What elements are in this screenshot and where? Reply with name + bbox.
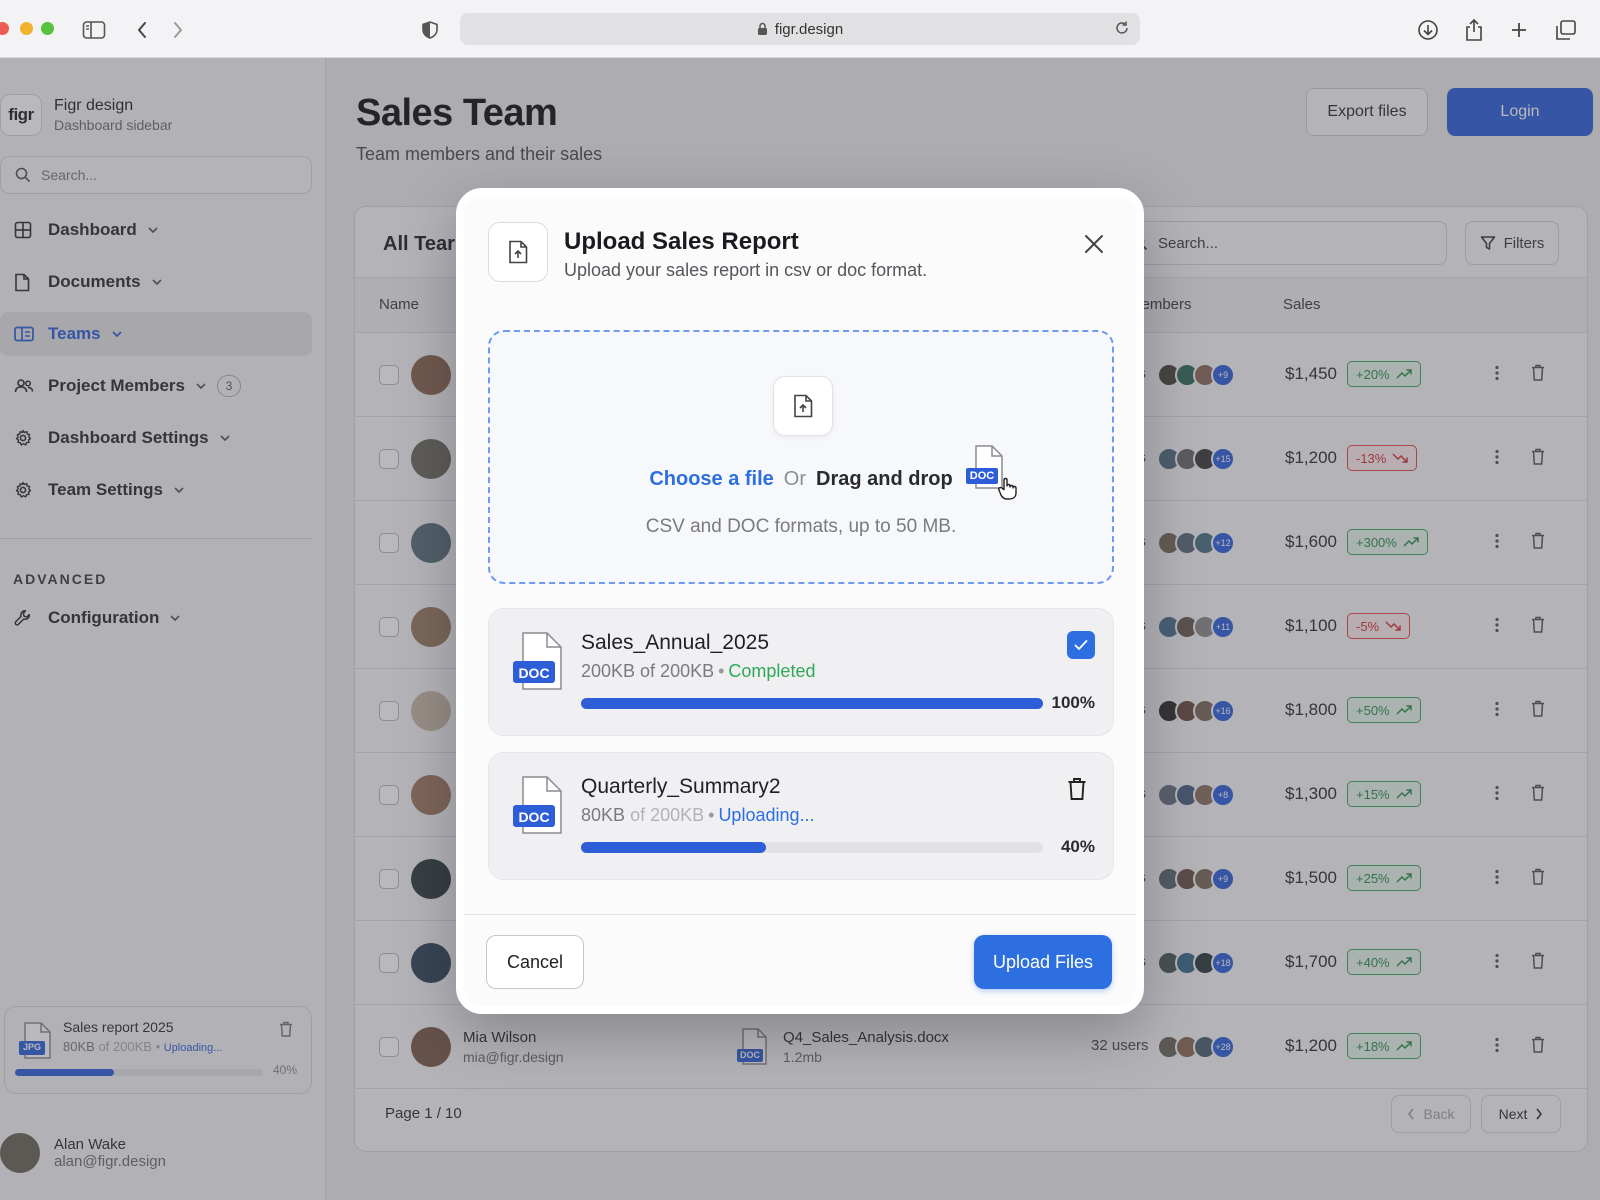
file-size: 200KB of 200KB [581, 661, 715, 681]
browser-toolbar: figr.design [0, 0, 1600, 58]
file-progress-bar [581, 842, 1043, 853]
minimize-window-button[interactable] [20, 22, 33, 35]
file-selected-checkbox[interactable] [1067, 631, 1095, 659]
or-label: Or [783, 468, 807, 490]
file-upload-icon [773, 376, 833, 436]
dragged-doc-icon: DOC [964, 444, 1020, 505]
doc-file-icon: DOC [511, 775, 565, 840]
file-type-label: DOC [518, 809, 550, 825]
modal-footer: Cancel Upload Files [464, 914, 1136, 1006]
doc-file-icon: DOC [511, 631, 565, 696]
trash-icon[interactable] [1067, 777, 1087, 806]
forward-nav-icon[interactable] [164, 16, 192, 44]
lock-icon [757, 22, 767, 35]
file-upload-icon [488, 222, 548, 282]
new-tab-icon[interactable] [1505, 16, 1533, 44]
file-dropzone[interactable]: Choose a file Or Drag and drop DOC CSV and… [488, 330, 1114, 584]
drag-drop-label: Drag and drop [816, 468, 953, 490]
file-size-total: of 200KB [630, 805, 705, 825]
file-progress-label: 100% [1051, 693, 1095, 712]
shield-icon[interactable] [416, 16, 444, 44]
modal-subtitle: Upload your sales report in csv or doc f… [564, 260, 928, 280]
cancel-button[interactable]: Cancel [486, 935, 584, 989]
doc-badge-label: DOC [969, 470, 995, 482]
upload-files-button[interactable]: Upload Files [974, 935, 1112, 989]
file-name: Sales_Annual_2025 [581, 631, 769, 654]
sidebar-toggle-icon[interactable] [80, 16, 108, 44]
tabs-overview-icon[interactable] [1552, 16, 1580, 44]
download-icon[interactable] [1414, 16, 1442, 44]
share-icon[interactable] [1460, 16, 1488, 44]
file-progress-fill [581, 698, 1043, 709]
file-progress-fill [581, 842, 766, 853]
upload-file-item: DOC Quarterly_Summary2 80KB of 200KB • Upl… [488, 752, 1114, 880]
close-window-button[interactable] [0, 22, 9, 35]
address-bar[interactable]: figr.design [460, 13, 1140, 45]
url-text: figr.design [774, 20, 844, 38]
file-size-done: 80KB [581, 805, 626, 825]
file-status: Uploading... [718, 805, 815, 825]
meta-separator: • [708, 805, 715, 825]
file-meta: 80KB of 200KB • Uploading... [581, 805, 815, 826]
close-icon[interactable] [1080, 230, 1108, 258]
meta-separator: • [718, 661, 725, 681]
reload-icon[interactable] [1114, 20, 1130, 36]
zoom-window-button[interactable] [41, 22, 54, 35]
dropzone-hint: CSV and DOC formats, up to 50 MB. [645, 516, 957, 537]
checkmark-icon [1074, 640, 1088, 650]
file-status: Completed [728, 661, 816, 681]
upload-modal: Upload Sales Report Upload your sales re… [456, 188, 1144, 1014]
file-name: Quarterly_Summary2 [581, 775, 781, 798]
back-nav-icon[interactable] [128, 16, 156, 44]
modal-title: Upload Sales Report [564, 228, 799, 255]
file-meta: 200KB of 200KB • Completed [581, 661, 815, 682]
file-type-label: DOC [518, 665, 550, 681]
upload-file-item: DOC Sales_Annual_2025 200KB of 200KB • Com… [488, 608, 1114, 736]
choose-file-link[interactable]: Choose a file [649, 468, 773, 490]
file-progress-label: 40% [1060, 837, 1095, 856]
file-progress-bar [581, 698, 1043, 709]
